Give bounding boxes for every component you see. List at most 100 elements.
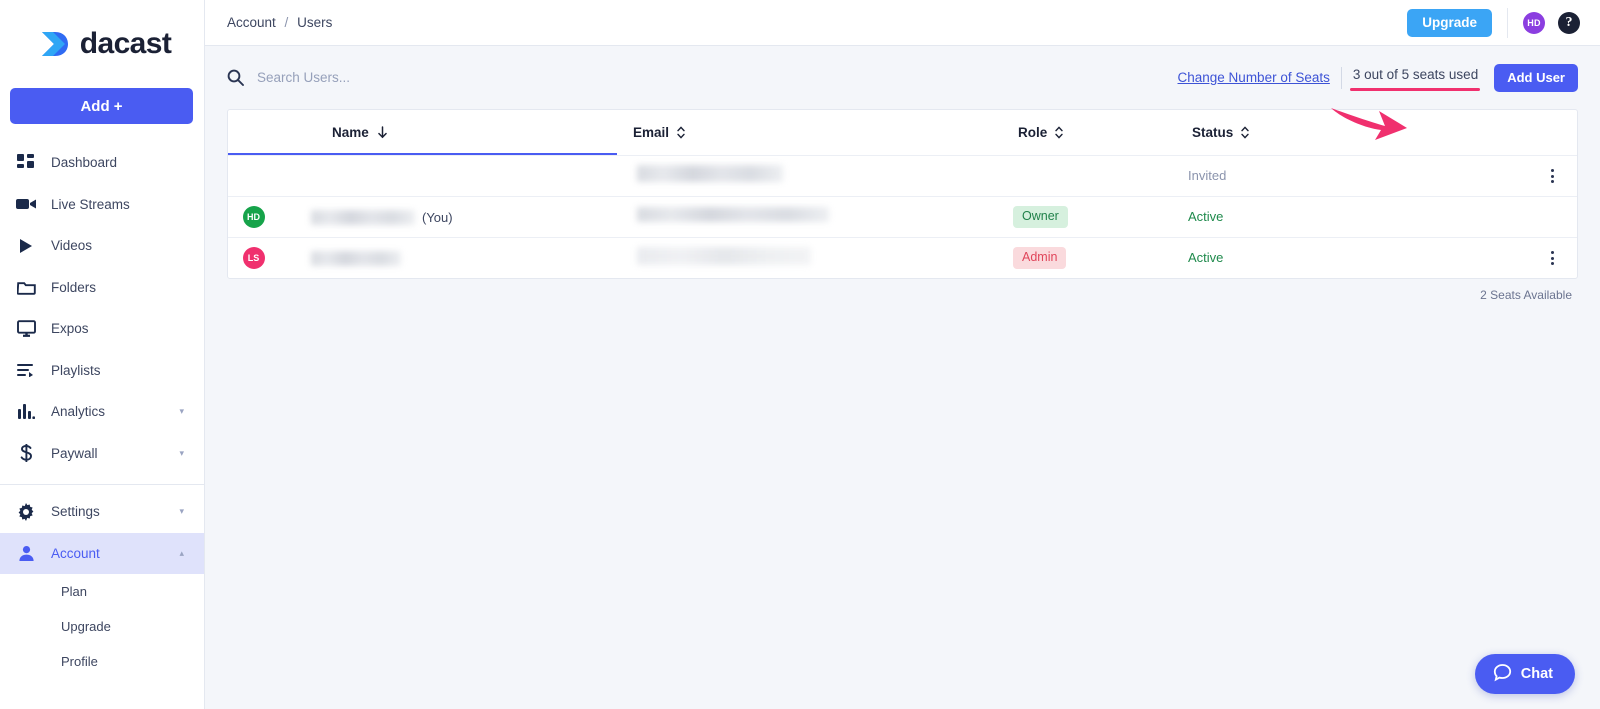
chevron-down-icon[interactable]: ▾ (179, 448, 184, 458)
column-header-role[interactable]: Role (1013, 125, 1188, 140)
name-you-suffix: (You) (422, 209, 453, 225)
add-button[interactable]: Add + (10, 88, 193, 124)
sidebar-item-expos[interactable]: Expos (0, 308, 204, 350)
row-name-cell (271, 250, 623, 266)
video-camera-icon (16, 194, 36, 214)
sidebar-item-settings[interactable]: Settings ▾ (0, 491, 204, 533)
row-avatar-cell: HD (228, 206, 271, 228)
seats-controls: Change Number of Seats 3 out of 5 seats … (1178, 63, 1578, 92)
row-email-cell (623, 207, 1013, 227)
sort-none-icon[interactable] (1055, 126, 1063, 139)
column-header-name-label: Name (332, 125, 369, 140)
redacted-email (637, 165, 783, 182)
brand-logo[interactable]: dacast (0, 0, 204, 88)
sort-desc-icon[interactable] (377, 126, 388, 139)
top-bar: Account / Users Upgrade HD ? (205, 0, 1600, 46)
sidebar-label: Paywall (51, 445, 98, 461)
top-bar-actions: Upgrade HD ? (1407, 7, 1580, 38)
sort-none-icon[interactable] (1241, 126, 1249, 139)
sidebar-divider (0, 484, 204, 485)
add-user-button[interactable]: Add User (1494, 63, 1578, 92)
redacted-name (311, 250, 401, 266)
play-icon (16, 236, 36, 256)
playlist-icon (16, 360, 36, 380)
sidebar-item-playlists[interactable]: Playlists (0, 350, 204, 392)
change-number-of-seats-link[interactable]: Change Number of Seats (1178, 70, 1330, 85)
chat-label: Chat (1520, 666, 1553, 682)
sidebar-item-dashboard[interactable]: Dashboard (0, 142, 204, 184)
breadcrumb-parent[interactable]: Account (227, 15, 276, 30)
sidebar-label: Account (51, 545, 100, 561)
sort-none-icon[interactable] (677, 126, 685, 139)
user-avatar[interactable]: HD (1523, 11, 1545, 34)
chat-bubble-icon (1493, 663, 1512, 686)
chevron-down-icon[interactable]: ▾ (179, 507, 184, 516)
sidebar-subitem-upgrade[interactable]: Upgrade (0, 609, 204, 644)
table-row[interactable]: LS Admin Active (228, 237, 1577, 278)
status-badge: Active (1188, 209, 1224, 224)
active-sort-underline (228, 153, 617, 155)
column-header-status[interactable]: Status (1188, 125, 1527, 140)
row-role-cell: Admin (1013, 247, 1188, 269)
table-header-row: Name Email Role Status (228, 110, 1577, 155)
seats-used-text: 3 out of 5 seats used (1352, 67, 1479, 82)
sidebar-item-analytics[interactable]: Analytics ▾ (0, 391, 204, 433)
row-status-cell: Active (1188, 208, 1527, 226)
search-box[interactable] (227, 69, 597, 86)
chevron-down-icon[interactable]: ▾ (179, 407, 184, 416)
row-name-cell: (You) (271, 209, 623, 225)
row-actions-menu-icon[interactable] (1547, 247, 1558, 269)
row-actions-menu-icon[interactable] (1547, 165, 1558, 187)
column-header-name[interactable]: Name (271, 125, 623, 140)
dacast-chevron-logo-icon (37, 27, 71, 61)
monitor-icon (16, 319, 36, 339)
sidebar-label: Live Streams (51, 196, 130, 212)
users-toolbar: Change Number of Seats 3 out of 5 seats … (227, 46, 1578, 109)
column-header-email[interactable]: Email (623, 125, 1013, 140)
column-header-role-label: Role (1018, 125, 1048, 140)
row-role-cell: Owner (1013, 206, 1188, 228)
toolbar-divider (1507, 7, 1508, 38)
chat-button[interactable]: Chat (1474, 654, 1575, 694)
column-header-status-label: Status (1192, 125, 1234, 140)
help-icon[interactable]: ? (1558, 11, 1580, 34)
row-status-cell: Active (1188, 249, 1527, 267)
upgrade-button[interactable]: Upgrade (1407, 8, 1492, 37)
sidebar-item-videos[interactable]: Videos (0, 225, 204, 267)
app-root: dacast Add + Dashboard Live Streams Vide… (0, 0, 1600, 709)
gear-icon (16, 502, 36, 522)
search-input[interactable] (257, 70, 597, 85)
sidebar-subitem-profile[interactable]: Profile (0, 644, 204, 679)
dollar-icon (16, 443, 36, 463)
sidebar-item-account[interactable]: Account ▴ (0, 532, 204, 574)
sidebar-item-paywall[interactable]: Paywall ▾ (0, 433, 204, 475)
sidebar-item-live-streams[interactable]: Live Streams (0, 184, 204, 226)
sidebar-label: Playlists (51, 362, 101, 378)
seats-used-wrapper: 3 out of 5 seats used (1349, 66, 1481, 91)
breadcrumb: Account / Users (227, 15, 332, 30)
row-menu-cell[interactable] (1527, 165, 1577, 187)
brand-name: dacast (79, 27, 172, 60)
sidebar-item-folders[interactable]: Folders (0, 267, 204, 309)
row-email-cell (623, 246, 1013, 270)
role-badge: Admin (1013, 247, 1067, 269)
person-icon (16, 543, 36, 563)
row-menu-cell[interactable] (1527, 247, 1577, 269)
folder-icon (16, 277, 36, 297)
main-area: Account / Users Upgrade HD ? Search User… (205, 0, 1600, 709)
sidebar-nav: Dashboard Live Streams Videos Folders Ex… (0, 142, 204, 679)
sidebar-label: Settings (51, 504, 100, 520)
search-icon (227, 69, 244, 86)
status-badge: Invited (1188, 168, 1227, 183)
redacted-email (637, 246, 811, 265)
avatar: LS (242, 247, 265, 269)
chevron-up-icon[interactable]: ▴ (179, 548, 184, 558)
table-row[interactable]: Invited (228, 155, 1577, 196)
table-row[interactable]: HD (You) Owner Active (228, 196, 1577, 237)
seats-highlight-underline (1349, 88, 1481, 91)
dashboard-icon (16, 153, 36, 173)
bar-chart-icon (16, 402, 36, 422)
sidebar-label: Dashboard (51, 155, 118, 171)
redacted-email (637, 207, 829, 222)
sidebar-subitem-plan[interactable]: Plan (0, 574, 204, 609)
